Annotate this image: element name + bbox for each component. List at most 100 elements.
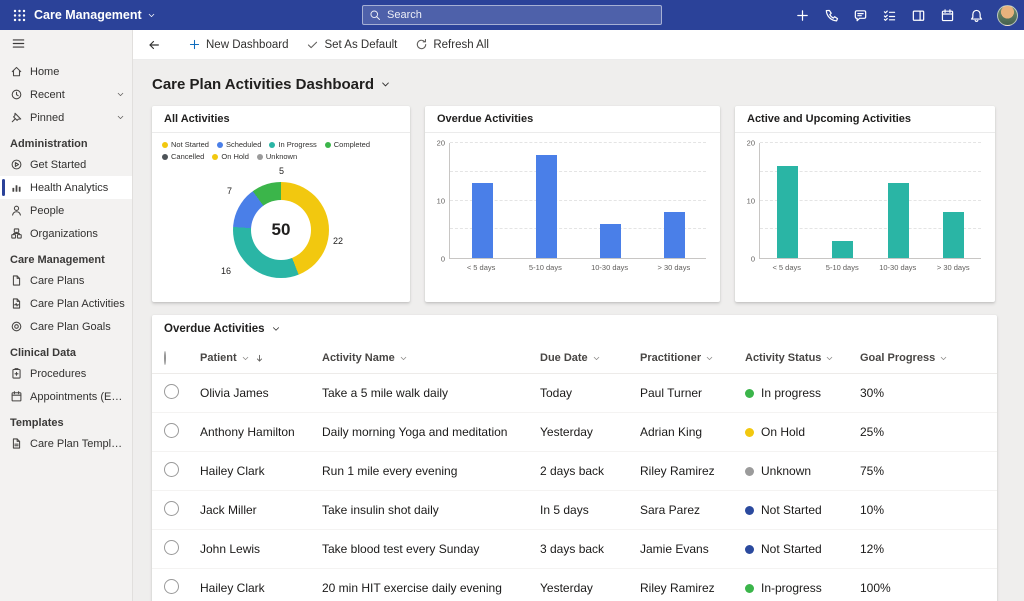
activity-name-cell: Daily morning Yoga and meditation xyxy=(322,425,540,439)
table-row[interactable]: Hailey Clark20 min HIT exercise daily ev… xyxy=(152,569,997,601)
dashboard-content: Care Plan Activities Dashboard All Activ… xyxy=(133,60,1024,601)
activity-name-cell: 20 min HIT exercise daily evening xyxy=(322,581,540,595)
chat-button[interactable] xyxy=(847,3,873,27)
clock-icon xyxy=(10,88,23,101)
home-icon xyxy=(10,65,23,78)
sidebar-item-label: Home xyxy=(30,66,59,78)
sidebar-item-people[interactable]: People xyxy=(0,199,132,222)
row-select-checkbox[interactable] xyxy=(164,579,179,594)
bar-5-10-days xyxy=(832,241,853,258)
sidebar-item-label: Recent xyxy=(30,89,65,101)
bar-plot xyxy=(759,143,981,259)
chevron-down-icon xyxy=(705,354,714,363)
select-all-checkbox[interactable] xyxy=(164,351,166,365)
doc-template-icon xyxy=(10,437,23,450)
sidebar-item-procedures[interactable]: Procedures xyxy=(0,362,132,385)
donut-chart: 50 221675 xyxy=(215,166,347,296)
row-select-checkbox[interactable] xyxy=(164,501,179,516)
column-header-goal-progress[interactable]: Goal Progress xyxy=(860,352,985,364)
sidebar-item-label: Health Analytics xyxy=(30,182,108,194)
due-date-cell: 3 days back xyxy=(540,542,640,556)
donut-value-not-started: 22 xyxy=(333,236,343,246)
chevron-down-icon[interactable] xyxy=(116,113,125,122)
bar-5-10-days xyxy=(536,155,557,259)
practitioner-cell: Sara Parez xyxy=(640,503,745,517)
topbar-actions xyxy=(789,3,1018,27)
sidebar-item-care-plan-goals[interactable]: Care Plan Goals xyxy=(0,315,132,338)
phone-button[interactable] xyxy=(818,3,844,27)
command-label: Set As Default xyxy=(324,39,397,51)
row-select-checkbox[interactable] xyxy=(164,384,179,399)
legend-dot xyxy=(212,154,218,160)
row-select-checkbox[interactable] xyxy=(164,423,179,438)
row-select-checkbox[interactable] xyxy=(164,540,179,555)
calendar-icon xyxy=(10,390,23,403)
table-row[interactable]: Hailey ClarkRun 1 mile every evening2 da… xyxy=(152,452,997,491)
sidebar-item-care-plan-activities[interactable]: Care Plan Activities xyxy=(0,292,132,315)
table-row[interactable]: John LewisTake blood test every Sunday3 … xyxy=(152,530,997,569)
sidebar-item-home[interactable]: Home xyxy=(0,60,132,83)
activity-status-cell: Not Started xyxy=(745,503,860,517)
set-as-default-button[interactable]: Set As Default xyxy=(297,30,406,59)
overdue-activities-chart-card: Overdue Activities 01020 < 5 days5-10 da… xyxy=(425,106,720,302)
bar-plot xyxy=(449,143,706,259)
sidebar-item-pinned[interactable]: Pinned xyxy=(0,106,132,129)
due-date-cell: Today xyxy=(540,386,640,400)
sidebar-item-get-started[interactable]: Get Started xyxy=(0,153,132,176)
sidebar-item-health-analytics[interactable]: Health Analytics xyxy=(0,176,132,199)
column-header-due-date[interactable]: Due Date xyxy=(540,352,640,364)
global-search xyxy=(362,5,662,25)
practitioner-cell: Riley Ramirez xyxy=(640,581,745,595)
sidebar-item-label: Get Started xyxy=(30,159,86,171)
y-axis: 01020 xyxy=(743,143,759,259)
bell-icon xyxy=(969,8,984,23)
column-header-practitioner[interactable]: Practitioner xyxy=(640,352,745,364)
waffle-menu-button[interactable] xyxy=(6,3,32,27)
sidebar-item-organizations[interactable]: Organizations xyxy=(0,222,132,245)
chevron-down-icon xyxy=(939,354,948,363)
calendar-icon xyxy=(940,8,955,23)
activity-status-cell: Unknown xyxy=(745,464,860,478)
tasks-button[interactable] xyxy=(876,3,902,27)
sidebar-item-appointments-emr[interactable]: Appointments (EMR) xyxy=(0,385,132,408)
play-circle-icon xyxy=(10,158,23,171)
sidebar-item-care-plan-templates[interactable]: Care Plan Templates xyxy=(0,432,132,455)
command-bar: New Dashboard Set As Default Refresh All xyxy=(133,30,1024,60)
side-panel-button[interactable] xyxy=(905,3,931,27)
sidebar-item-recent[interactable]: Recent xyxy=(0,83,132,106)
sidebar-item-label: Care Plan Templates xyxy=(30,438,125,450)
table-title-row[interactable]: Overdue Activities xyxy=(152,315,997,343)
x-axis-labels: < 5 days5-10 days10-30 days> 30 days xyxy=(449,263,706,276)
row-select-checkbox[interactable] xyxy=(164,462,179,477)
dashboard-selector-chevron-icon[interactable] xyxy=(380,79,391,90)
sidebar-item-care-plans[interactable]: Care Plans xyxy=(0,269,132,292)
search-input[interactable] xyxy=(362,5,662,25)
notifications-button[interactable] xyxy=(963,3,989,27)
table-row[interactable]: Olivia JamesTake a 5 mile walk dailyToda… xyxy=(152,374,997,413)
hamburger-icon xyxy=(11,36,26,51)
donut-value-scheduled: 7 xyxy=(227,186,232,196)
refresh-all-button[interactable]: Refresh All xyxy=(406,30,498,59)
chevron-down-icon xyxy=(271,324,281,334)
person-icon xyxy=(10,204,23,217)
column-header-activity-name[interactable]: Activity Name xyxy=(322,352,540,364)
avatar[interactable] xyxy=(997,5,1018,26)
practitioner-cell: Adrian King xyxy=(640,425,745,439)
quick-create-button[interactable] xyxy=(789,3,815,27)
goal-progress-cell: 25% xyxy=(860,425,985,439)
due-date-cell: Yesterday xyxy=(540,425,640,439)
back-button[interactable] xyxy=(141,33,167,57)
legend-dot xyxy=(162,154,168,160)
column-header-patient[interactable]: Patient xyxy=(200,352,322,364)
app-switcher[interactable]: Care Management xyxy=(34,8,156,22)
column-header-activity-status[interactable]: Activity Status xyxy=(745,352,860,364)
calendar-button[interactable] xyxy=(934,3,960,27)
chevron-down-icon[interactable] xyxy=(116,90,125,99)
sitemap-toggle-button[interactable] xyxy=(9,36,27,54)
card-title: Overdue Activities xyxy=(425,106,720,133)
donut-ring: 50 xyxy=(233,182,329,278)
new-dashboard-button[interactable]: New Dashboard xyxy=(179,30,297,59)
table-row[interactable]: Jack MillerTake insulin shot dailyIn 5 d… xyxy=(152,491,997,530)
table-row[interactable]: Anthony HamiltonDaily morning Yoga and m… xyxy=(152,413,997,452)
legend-item-completed: Completed xyxy=(325,140,370,150)
